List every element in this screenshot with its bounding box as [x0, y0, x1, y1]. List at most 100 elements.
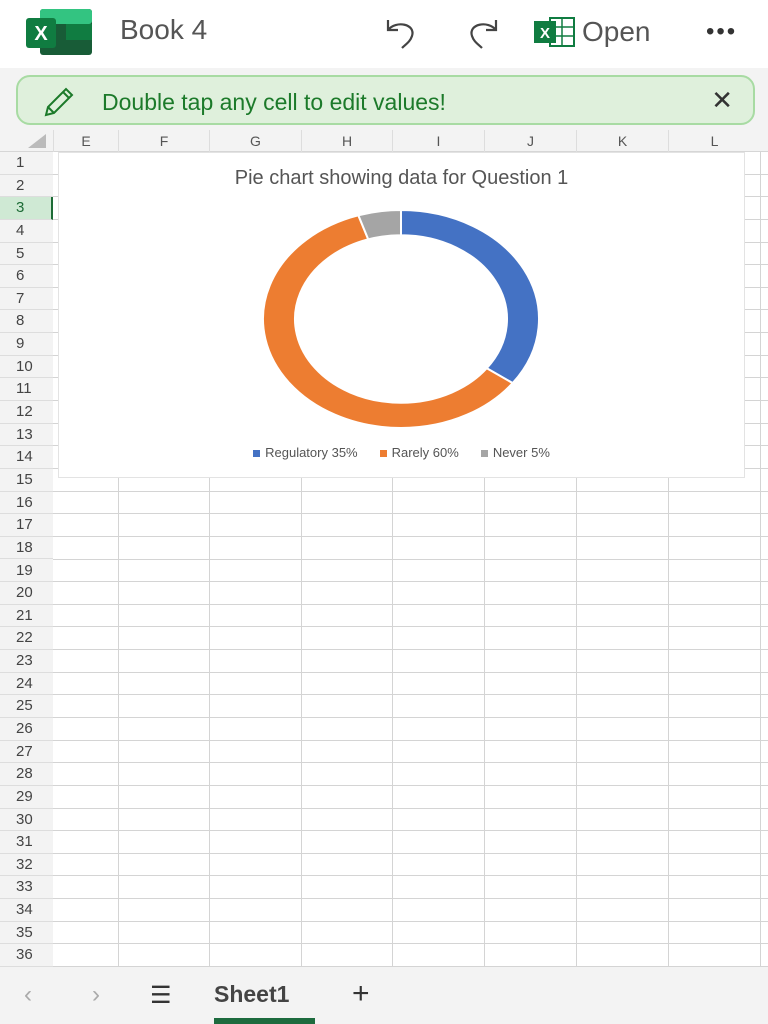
row-header-18[interactable]: 18	[0, 537, 53, 560]
column-header-J[interactable]: J	[484, 130, 576, 152]
gridline	[53, 875, 768, 877]
row-header-3[interactable]: 3	[0, 197, 53, 220]
close-banner-button[interactable]: ✕	[711, 85, 733, 116]
gridline	[53, 626, 768, 628]
gridline	[53, 830, 768, 832]
row-header-20[interactable]: 20	[0, 582, 53, 605]
sheet-list-button[interactable]: ☰	[150, 981, 172, 1010]
legend-label: Regulatory 35%	[265, 445, 358, 460]
excel-icon: X	[534, 17, 575, 47]
column-header-K[interactable]: K	[576, 130, 668, 152]
row-header-14[interactable]: 14	[0, 446, 53, 469]
gridline	[53, 490, 768, 492]
svg-text:X: X	[34, 23, 48, 45]
add-sheet-button[interactable]: +	[352, 977, 370, 1011]
row-header-36[interactable]: 36	[0, 944, 53, 967]
column-header-E[interactable]: E	[53, 130, 118, 152]
legend-swatch	[379, 450, 387, 457]
gridline	[53, 739, 768, 741]
row-header-22[interactable]: 22	[0, 627, 53, 651]
more-options-button[interactable]: •••	[706, 12, 737, 52]
tab-sheet1[interactable]: Sheet1	[214, 981, 289, 1008]
row-header-5[interactable]: 5	[0, 243, 53, 266]
gridline	[53, 716, 768, 718]
row-header-4[interactable]: 4	[0, 220, 53, 243]
row-headers: 1 2 3 4 5 6 7 8 9 10 11 12 13 14 15 16 17 18 19 20 21 22 23 24 2…	[0, 152, 53, 967]
row-header-25[interactable]: 25	[0, 695, 53, 718]
gridline	[53, 784, 768, 786]
legend-label: Rarely 60%	[391, 445, 459, 460]
legend-swatch	[253, 450, 261, 457]
gridline	[53, 649, 768, 651]
app-header: X Book 4 X Open •••	[0, 0, 768, 68]
row-header-27[interactable]: 27	[0, 741, 53, 764]
row-header-15[interactable]: 15	[0, 469, 53, 492]
row-header-24[interactable]: 24	[0, 673, 53, 696]
pie-chart[interactable]: Pie chart showing data for Question 1 Re…	[58, 152, 745, 478]
legend-item: Never 5%	[480, 445, 550, 460]
legend-item: Rarely 60%	[379, 445, 459, 460]
gridline	[53, 762, 768, 764]
gridline	[53, 558, 768, 560]
row-header-6[interactable]: 6	[0, 265, 53, 288]
active-tab-indicator	[214, 1018, 315, 1024]
legend-swatch	[480, 450, 488, 457]
undo-icon[interactable]	[384, 16, 420, 50]
gridline	[53, 807, 768, 809]
column-header-G[interactable]: G	[209, 130, 301, 152]
open-label: Open	[582, 16, 651, 47]
gridline	[53, 694, 768, 696]
gridline	[760, 152, 761, 967]
row-header-23[interactable]: 23	[0, 650, 53, 673]
row-header-26[interactable]: 26	[0, 718, 53, 741]
row-header-35[interactable]: 35	[0, 922, 53, 945]
column-headers: EFGHIJKL	[0, 130, 768, 152]
row-header-32[interactable]: 32	[0, 854, 53, 877]
row-header-1[interactable]: 1	[0, 152, 53, 175]
gridline	[53, 898, 768, 900]
row-header-16[interactable]: 16	[0, 492, 53, 515]
gridline	[53, 535, 768, 537]
sheet-tab-bar: ‹ › ☰ Sheet1 +	[0, 967, 768, 1024]
row-header-10[interactable]: 10	[0, 356, 53, 379]
column-header-F[interactable]: F	[118, 130, 209, 152]
row-header-9[interactable]: 9	[0, 333, 53, 356]
column-header-H[interactable]: H	[301, 130, 392, 152]
row-header-7[interactable]: 7	[0, 288, 53, 311]
edit-tip-banner: Double tap any cell to edit values! ✕	[16, 75, 755, 125]
gridline	[53, 671, 768, 673]
column-header-L[interactable]: L	[668, 130, 760, 152]
row-header-2[interactable]: 2	[0, 175, 53, 198]
next-sheet-button[interactable]: ›	[92, 981, 100, 1009]
chart-legend: Regulatory 35% Rarely 60% Never 5%	[59, 445, 744, 460]
row-header-21[interactable]: 21	[0, 605, 53, 628]
pie-slice-regulatory[interactable]	[400, 208, 540, 385]
workbook-title: Book 4	[120, 14, 208, 45]
row-header-12[interactable]: 12	[0, 401, 53, 424]
gridline	[53, 513, 768, 515]
select-all-corner[interactable]	[28, 134, 46, 148]
row-header-17[interactable]: 17	[0, 514, 53, 537]
row-header-29[interactable]: 29	[0, 786, 53, 809]
column-header-I[interactable]: I	[392, 130, 484, 152]
row-header-30[interactable]: 30	[0, 809, 53, 832]
row-header-31[interactable]: 31	[0, 831, 53, 854]
excel-logo-icon: X	[26, 9, 92, 55]
legend-label: Never 5%	[492, 445, 550, 460]
row-header-11[interactable]: 11	[0, 378, 53, 401]
gridline	[53, 581, 768, 583]
gridline	[53, 603, 768, 605]
row-header-28[interactable]: 28	[0, 763, 53, 786]
redo-icon[interactable]	[464, 16, 500, 50]
row-header-34[interactable]: 34	[0, 899, 53, 922]
row-header-13[interactable]: 13	[0, 424, 53, 447]
row-header-19[interactable]: 19	[0, 560, 53, 583]
row-header-33[interactable]: 33	[0, 876, 53, 900]
svg-text:X: X	[540, 25, 550, 42]
pencil-icon	[44, 87, 74, 117]
gridline	[53, 943, 768, 945]
legend-item: Regulatory 35%	[253, 445, 358, 460]
open-in-app-button[interactable]: X Open	[534, 12, 651, 52]
prev-sheet-button[interactable]: ‹	[24, 981, 32, 1009]
row-header-8[interactable]: 8	[0, 310, 53, 334]
